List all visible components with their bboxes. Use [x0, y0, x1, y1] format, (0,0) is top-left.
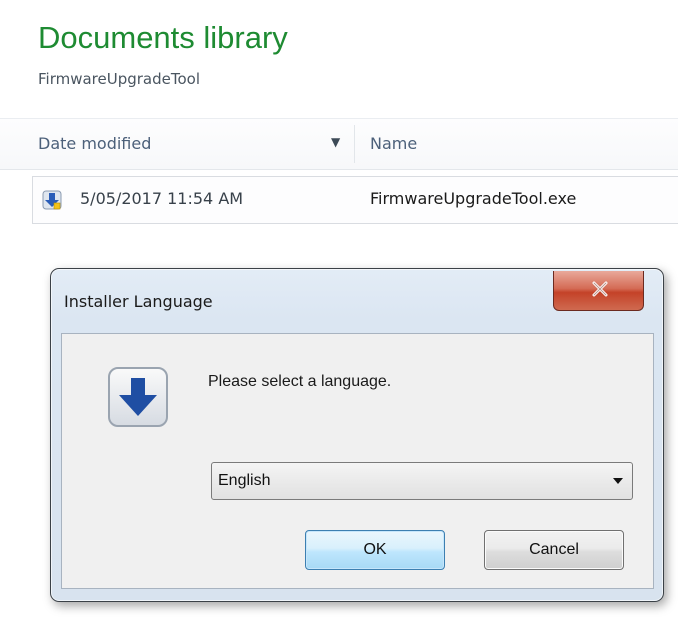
- file-row[interactable]: 5/05/2017 11:54 AM FirmwareUpgradeTool.e…: [32, 176, 678, 224]
- language-select[interactable]: English: [211, 462, 633, 500]
- installer-download-icon: [108, 367, 168, 427]
- ok-button[interactable]: OK: [305, 530, 445, 570]
- dialog-body: Please select a language. English OK Can…: [61, 333, 654, 589]
- close-x-icon: [592, 281, 608, 297]
- file-name: FirmwareUpgradeTool.exe: [370, 189, 577, 208]
- chevron-down-icon: [613, 478, 623, 484]
- installer-language-dialog: Installer Language Please select a langu…: [50, 268, 664, 602]
- library-subtitle: FirmwareUpgradeTool: [38, 70, 201, 88]
- column-header-bar: Date modified ▼ Name: [0, 118, 678, 170]
- cancel-button[interactable]: Cancel: [484, 530, 624, 570]
- sort-arrow-icon[interactable]: ▼: [331, 135, 340, 149]
- installer-icon: [42, 190, 62, 210]
- language-select-value: English: [218, 472, 271, 489]
- close-button[interactable]: [553, 271, 644, 311]
- library-title: Documents library: [38, 20, 288, 55]
- column-header-date-modified[interactable]: Date modified: [38, 134, 151, 153]
- file-date-modified: 5/05/2017 11:54 AM: [80, 189, 244, 208]
- column-divider[interactable]: [354, 125, 355, 163]
- language-prompt: Please select a language.: [208, 373, 392, 390]
- column-header-name[interactable]: Name: [370, 134, 417, 153]
- dialog-title: Installer Language: [64, 292, 213, 311]
